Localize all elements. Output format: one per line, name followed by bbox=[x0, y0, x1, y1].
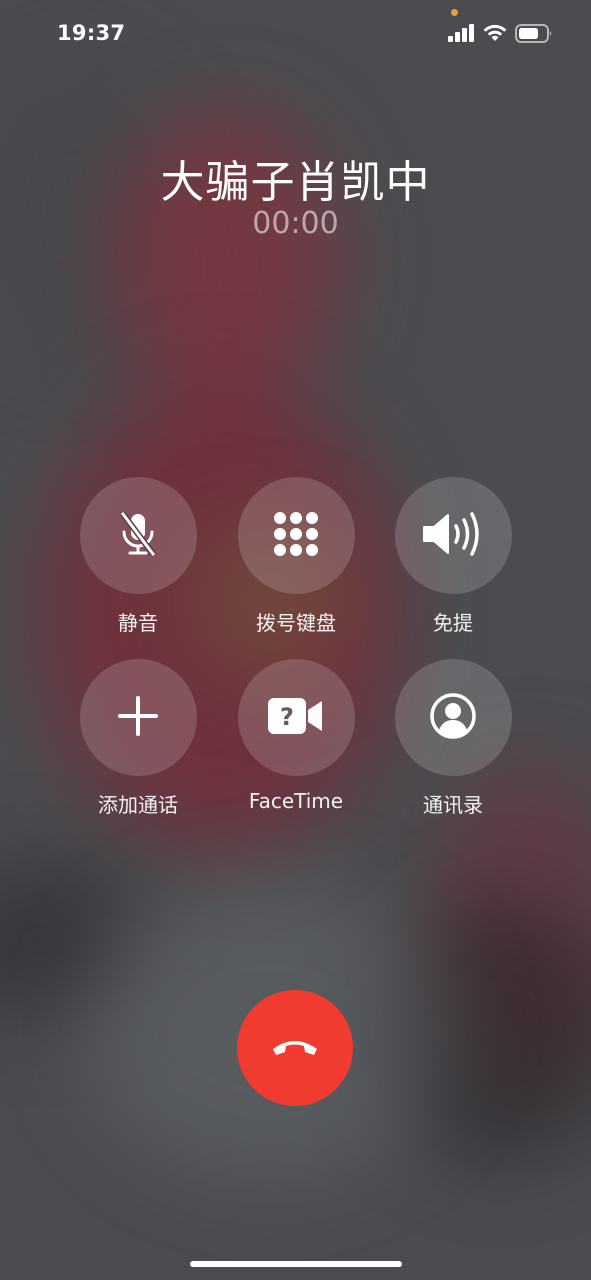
facetime-video-icon: ? bbox=[268, 697, 324, 738]
status-time: 19:37 bbox=[57, 21, 126, 45]
facetime-button[interactable]: ? bbox=[237, 659, 355, 776]
facetime-control[interactable]: ? FaceTime bbox=[216, 659, 376, 813]
keypad-label: 拨号键盘 bbox=[256, 611, 336, 635]
signal-bars-icon bbox=[448, 24, 476, 46]
svg-text:?: ? bbox=[280, 703, 294, 731]
home-indicator[interactable] bbox=[190, 1261, 402, 1267]
contact-icon bbox=[429, 692, 477, 744]
keypad-button[interactable] bbox=[237, 477, 355, 594]
mute-control[interactable]: 静音 bbox=[58, 477, 218, 636]
add-call-label: 添加通话 bbox=[98, 793, 178, 817]
facetime-label: FaceTime bbox=[248, 789, 344, 813]
mute-label: 静音 bbox=[118, 611, 158, 635]
add-call-button[interactable] bbox=[79, 659, 197, 776]
keypad-icon bbox=[273, 511, 319, 561]
speaker-button[interactable] bbox=[394, 477, 512, 594]
contacts-label: 通讯录 bbox=[423, 793, 483, 817]
plus-icon bbox=[118, 695, 158, 740]
end-call-button[interactable] bbox=[237, 990, 353, 1106]
microphone-muted-icon bbox=[116, 510, 160, 562]
contacts-control[interactable]: 通讯录 bbox=[373, 659, 533, 818]
speaker-label: 免提 bbox=[433, 611, 473, 635]
speaker-icon bbox=[422, 511, 484, 561]
add-call-control[interactable]: 添加通话 bbox=[58, 659, 218, 818]
caller-name: 大骗子肖凯中 bbox=[160, 157, 431, 208]
status-bar: 19:37 bbox=[0, 0, 591, 66]
contacts-button[interactable] bbox=[394, 659, 512, 776]
mute-button[interactable] bbox=[79, 477, 197, 594]
call-duration: 00:00 bbox=[252, 206, 339, 241]
speaker-control[interactable]: 免提 bbox=[373, 477, 533, 636]
keypad-control[interactable]: 拨号键盘 bbox=[216, 477, 376, 636]
battery-icon bbox=[515, 24, 553, 47]
phone-hangup-icon bbox=[270, 1035, 320, 1061]
privacy-indicator-dot bbox=[451, 9, 458, 16]
wifi-icon bbox=[482, 24, 508, 46]
